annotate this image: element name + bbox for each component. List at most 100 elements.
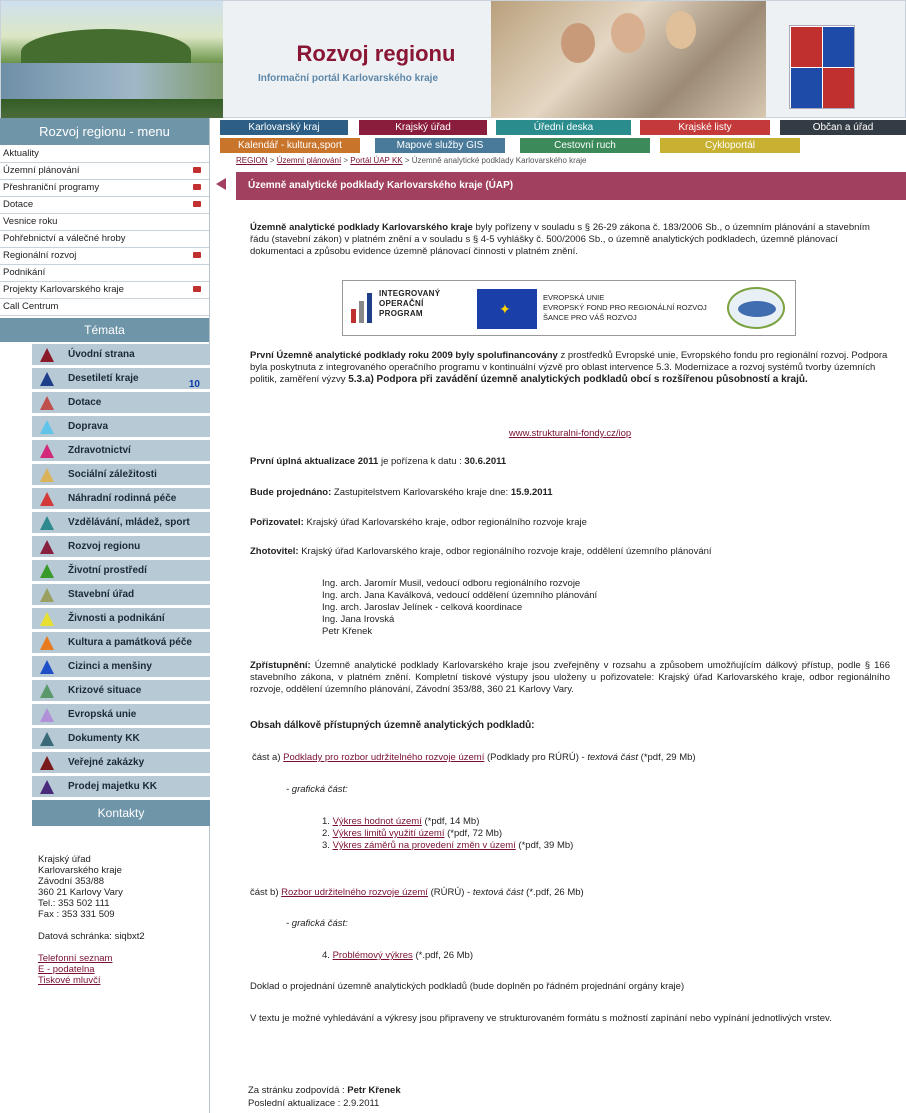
drawing-link[interactable]: Výkres hodnot území	[333, 816, 422, 827]
theme-item-label: Krizové situace	[68, 685, 142, 696]
nav-tab-1[interactable]: Krajský úřad	[359, 120, 487, 135]
intro-bold: Územně analytické podklady Karlovarského…	[250, 222, 473, 233]
updated-label: Poslední aktualizace :	[248, 1098, 344, 1109]
back-arrow-icon[interactable]	[216, 178, 226, 190]
theme-triangle-icon	[40, 636, 54, 650]
theme-item-13[interactable]: Cizinci a menšiny	[32, 656, 210, 680]
theme-item-10[interactable]: Stavební úřad	[32, 584, 210, 608]
sidebar-item-label: Vesnice roku	[3, 216, 58, 227]
left-sidebar: Rozvoj regionu - menu Aktuality Územní pl…	[0, 118, 210, 1113]
nav-tab-row2-1[interactable]: Mapové služby GIS	[375, 138, 505, 153]
submenu-arrow-icon	[193, 201, 201, 207]
sidebar-item-9[interactable]: Call Centrum	[0, 299, 209, 316]
e-podatelna-link[interactable]: E - podatelna	[38, 964, 95, 975]
note-search: V textu je možné vyhledávání a výkresy j…	[250, 1013, 832, 1024]
drawing-row: 2. Výkres limitů využití území (*pdf, 72…	[322, 828, 822, 840]
theme-item-18[interactable]: Prodej majetku KK	[32, 776, 210, 800]
theme-item-label: Desetiletí kraje	[68, 373, 139, 384]
theme-item-3[interactable]: Doprava	[32, 416, 210, 440]
theme-item-label: Dokumenty KK	[68, 733, 140, 744]
sidebar-item-label: Územní plánování	[3, 165, 80, 176]
theme-triangle-icon	[40, 564, 54, 578]
theme-item-16[interactable]: Dokumenty KK	[32, 728, 210, 752]
theme-item-7[interactable]: Vzdělávání, mládež, sport	[32, 512, 210, 536]
theme-item-label: Evropská unie	[68, 709, 137, 720]
theme-item-9[interactable]: Životní prostředí	[32, 560, 210, 584]
nav-tab-3[interactable]: Krajské listy	[640, 120, 770, 135]
theme-triangle-icon	[40, 516, 54, 530]
drawing-b-link[interactable]: Problémový výkres	[333, 950, 413, 961]
nav-tab-row2-0[interactable]: Kalendář - kultura,sport	[220, 138, 360, 153]
sidebar-item-2[interactable]: Přeshraniční programy	[0, 180, 209, 197]
nav-tab-row2-2[interactable]: Cestovní ruch	[520, 138, 650, 153]
theme-item-2[interactable]: Dotace	[32, 392, 210, 416]
nav-tab-0[interactable]: Karlovarský kraj	[220, 120, 348, 135]
contact-office: Krajský úřad	[38, 854, 91, 865]
part-b-link[interactable]: Rozbor udržitelného rozvoje území	[281, 887, 428, 898]
zhotovitel-text: Krajský úřad Karlovarského kraje, odbor …	[298, 546, 712, 557]
sidebar-item-label: Pohřebnictví a válečné hroby	[3, 233, 126, 244]
iop-link[interactable]: www.strukturalni-fondy.cz/iop	[509, 428, 631, 439]
theme-item-label: Stavební úřad	[68, 589, 135, 600]
part-a-prefix: část a)	[252, 752, 284, 763]
discuss-row: Bude projednáno: Zastupitelstvem Karlova…	[250, 487, 890, 499]
theme-item-5[interactable]: Sociální záležitosti	[32, 464, 210, 488]
breadcrumb-portal-uap[interactable]: Portál ÚAP KK	[350, 156, 402, 165]
update-text: je pořízena k datu :	[378, 456, 465, 467]
iop-bars-icon	[351, 293, 372, 323]
eu-line1: EVROPSKÁ UNIE	[543, 293, 605, 302]
theme-item-11[interactable]: Živnosti a podnikání	[32, 608, 210, 632]
iop-line2: OPERAČNÍ	[379, 299, 424, 308]
theme-item-0[interactable]: Úvodní strana	[32, 344, 210, 368]
sidebar-item-1[interactable]: Územní plánování	[0, 163, 209, 180]
nav-tab-4[interactable]: Občan a úřad	[780, 120, 906, 135]
part-b-mid: (RÚRÚ) -	[427, 887, 473, 898]
site-title[interactable]: Rozvoj regionu	[261, 41, 491, 67]
part-b-size: (*.pdf, 26 Mb)	[523, 887, 584, 898]
eu-logo-text: EVROPSKÁ UNIE EVROPSKÝ FOND PRO REGIONÁL…	[543, 293, 707, 323]
theme-item-8[interactable]: Rozvoj regionu	[32, 536, 210, 560]
drawing-size: (*pdf, 14 Mb)	[421, 816, 480, 827]
theme-triangle-icon	[40, 708, 54, 722]
contact-fax: Fax : 353 331 509	[38, 909, 115, 920]
sidebar-item-5[interactable]: Pohřebnictví a válečné hroby	[0, 231, 209, 248]
team-list: Ing. arch. Jaromír Musil, vedoucí odboru…	[322, 578, 842, 638]
part-a-link[interactable]: Podklady pro rozbor udržitelného rozvoje…	[283, 752, 484, 763]
contact-city: 360 21 Karlovy Vary	[38, 887, 123, 898]
sidebar-item-0[interactable]: Aktuality	[0, 146, 209, 163]
sidebar-item-8[interactable]: Projekty Karlovarského kraje	[0, 282, 209, 299]
sidebar-item-label: Podnikání	[3, 267, 46, 278]
header-landscape-photo	[1, 1, 223, 119]
theme-item-label: Veřejné zakázky	[68, 757, 145, 768]
nav-tab-2[interactable]: Úřední deska	[496, 120, 631, 135]
part-b-row: část b) Rozbor udržitelného rozvoje územ…	[250, 887, 890, 899]
press-spokesperson-link[interactable]: Tiskové mluvčí	[38, 975, 100, 986]
drawing-row: 1. Výkres hodnot území (*pdf, 14 Mb)	[322, 816, 822, 828]
site-subtitle: Informační portál Karlovarského kraje	[257, 73, 439, 84]
drawing-link[interactable]: Výkres limitů využití území	[333, 828, 445, 839]
theme-item-1[interactable]: Desetiletí kraje 10	[32, 368, 210, 392]
access-paragraph: Zpřístupnění: Územně analytické podklady…	[250, 660, 890, 696]
drawing-num: 2.	[322, 828, 333, 839]
theme-item-4[interactable]: Zdravotnictví	[32, 440, 210, 464]
nav-tab-row2-3[interactable]: Cykloportál	[660, 138, 800, 153]
submenu-arrow-icon	[193, 252, 201, 258]
theme-item-12[interactable]: Kultura a památková péče	[32, 632, 210, 656]
theme-item-15[interactable]: Evropská unie	[32, 704, 210, 728]
breadcrumb-uzemni-planovani[interactable]: Územní plánování	[277, 156, 341, 165]
theme-triangle-icon	[40, 492, 54, 506]
sidebar-item-7[interactable]: Podnikání	[0, 265, 209, 282]
breadcrumb-current: Územně analytické podklady Karlovarského…	[411, 156, 587, 165]
sidebar-item-3[interactable]: Dotace	[0, 197, 209, 214]
phone-directory-link[interactable]: Telefonní seznam	[38, 953, 112, 964]
sidebar-item-4[interactable]: Vesnice roku	[0, 214, 209, 231]
breadcrumb-region[interactable]: REGION	[236, 156, 268, 165]
eu-flag-icon: ✦	[477, 289, 537, 329]
sidebar-item-label: Call Centrum	[3, 301, 59, 312]
theme-item-17[interactable]: Veřejné zakázky	[32, 752, 210, 776]
sidebar-item-6[interactable]: Regionální rozvoj	[0, 248, 209, 265]
contact-street: Závodní 353/88	[38, 876, 105, 887]
drawing-link[interactable]: Výkres záměrů na provedení změn v území	[333, 840, 516, 851]
theme-item-14[interactable]: Krizové situace	[32, 680, 210, 704]
theme-item-6[interactable]: Náhradní rodinná péče	[32, 488, 210, 512]
